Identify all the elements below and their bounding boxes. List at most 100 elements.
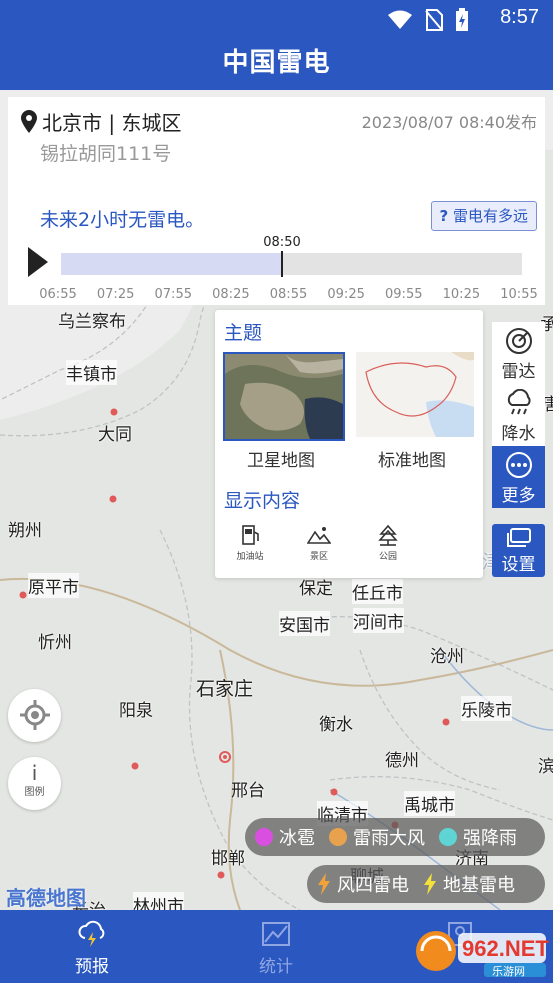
radar-icon — [505, 328, 532, 354]
city-label: 邢台 — [231, 781, 265, 801]
location-card: 北京市 | 东城区 2023/08/07 08:40发布 锡拉胡同111号 未来… — [8, 97, 545, 305]
radar-button[interactable]: 雷达 — [492, 322, 545, 384]
lightning-orange-icon — [318, 873, 330, 895]
tab-statistics[interactable]: 统计 — [206, 910, 346, 983]
legend-ground-lightning: 地基雷电 — [423, 871, 515, 897]
poi-fuel-option[interactable]: 加油站 — [230, 524, 270, 562]
poi-scenic-option[interactable]: 景区 — [299, 524, 339, 562]
lightning-distance-button[interactable]: ? 雷电有多远 — [430, 201, 537, 231]
map-provider-logo: 高德地图 — [6, 886, 86, 910]
more-button[interactable]: 更多 — [492, 446, 545, 508]
satellite-map-thumbnail — [225, 354, 343, 439]
timeline-tick-label: 07:55 — [154, 287, 192, 302]
poi-scenic-label: 景区 — [309, 552, 328, 562]
park-icon — [378, 524, 398, 546]
timeline-tick-label: 09:55 — [385, 287, 423, 302]
rain-label: 降水 — [501, 424, 536, 444]
city-label: 沧州 — [430, 647, 464, 667]
legend-hail-label: 冰雹 — [279, 828, 315, 849]
rain-button[interactable]: 降水 — [492, 384, 545, 446]
status-bar: 8:57 — [0, 0, 553, 36]
city-label: 忻州 — [38, 633, 72, 653]
app-title: 中国雷电 — [222, 48, 331, 78]
standard-map-option[interactable] — [356, 352, 478, 441]
timeline-progress — [61, 253, 282, 275]
lightning-legend: 风四雷电 地基雷电 — [307, 865, 545, 903]
forecast-text: 未来2小时无雷电。 — [40, 209, 205, 231]
city-label: 石家庄 — [196, 678, 254, 700]
watermark-brand: 962.NET — [462, 936, 549, 961]
city-label: 丰镇市 — [66, 360, 117, 385]
display-content-title: 显示内容 — [224, 490, 301, 512]
timeline-tick-label: 08:55 — [269, 287, 308, 302]
legend-button[interactable]: i 图例 — [8, 757, 61, 810]
timeline-handle[interactable] — [281, 251, 283, 277]
question-icon: ? — [439, 207, 449, 225]
app-bar: 中国雷电 — [0, 36, 553, 90]
crosshair-icon — [19, 700, 50, 730]
poi-park-option[interactable]: 公园 — [368, 524, 408, 562]
chart-image-icon — [262, 922, 290, 946]
legend-fy4-lightning-label: 风四雷电 — [337, 875, 409, 896]
city-label: 林州市 — [133, 892, 184, 910]
tab-forecast[interactable]: 预报 — [22, 910, 162, 983]
site-watermark: 962.NET 乐游网 — [414, 921, 549, 979]
timeline-tick-label: 08:25 — [212, 287, 250, 302]
lightning-distance-label: 雷电有多远 — [452, 207, 528, 225]
watermark-sub: 乐游网 — [492, 965, 525, 978]
scenic-icon — [307, 527, 331, 544]
location-name: 北京市 | 东城区 — [42, 111, 182, 135]
timeline-slider[interactable] — [61, 251, 522, 277]
timeline-tick-label: 06:55 — [39, 287, 77, 302]
city-label: 禹城市 — [404, 791, 455, 816]
lightning-yellow-icon — [424, 873, 436, 895]
more-dots-icon — [505, 452, 532, 478]
no-sim-icon — [425, 9, 443, 31]
city-label: 衡水 — [319, 715, 353, 735]
more-label: 更多 — [501, 486, 536, 506]
info-icon: i — [31, 761, 38, 785]
satellite-map-option[interactable] — [223, 352, 345, 441]
locate-button[interactable] — [8, 689, 61, 742]
standard-map-thumbnail — [356, 352, 474, 437]
watermark-logo: 962.NET 乐游网 — [416, 931, 549, 978]
weather-legend: 冰雹 雷雨大风 强降雨 — [245, 818, 545, 856]
poi-park-label: 公园 — [378, 552, 397, 562]
location-pin-icon — [21, 109, 37, 133]
play-icon[interactable] — [28, 247, 48, 277]
city-label: 大同 — [98, 425, 132, 445]
city-label: 朔州 — [8, 521, 42, 541]
address: 锡拉胡同111号 — [40, 143, 172, 165]
tab-statistics-label: 统计 — [259, 957, 293, 977]
settings-layers-icon — [506, 528, 531, 547]
layer-panel: 主题 卫星地图 标准地图 显示内容 加油站 景区 公园 — [215, 310, 483, 578]
thunderstorm-wind-dot — [329, 828, 347, 846]
wifi-icon — [388, 10, 412, 29]
hail-dot — [255, 828, 273, 846]
city-label: 邯郸 — [211, 849, 245, 869]
city-label: 安国市 — [279, 611, 330, 636]
poi-fuel-label: 加油站 — [236, 552, 264, 562]
legend-heavy-rain: 强降雨 — [439, 824, 517, 850]
legend-thunderstorm-wind: 雷雨大风 — [329, 824, 425, 850]
city-label: 德州 — [385, 751, 419, 771]
timeline-tick-label: 07:25 — [96, 287, 135, 302]
timeline-tick-label: 10:55 — [500, 287, 538, 302]
status-time: 8:57 — [500, 6, 539, 28]
publish-time: 2023/08/07 08:40发布 — [361, 113, 537, 132]
rain-cloud-icon — [507, 389, 531, 415]
city-label: 乌兰察布 — [58, 312, 126, 332]
city-label: 河间市 — [353, 608, 404, 633]
tab-forecast-label: 预报 — [75, 957, 109, 977]
timeline-tick-label: 10:25 — [442, 287, 481, 302]
heavy-rain-dot — [439, 828, 457, 846]
standard-map-label: 标准地图 — [378, 451, 446, 471]
fuel-icon — [242, 525, 259, 545]
radar-label: 雷达 — [501, 362, 536, 382]
settings-button[interactable]: 设置 — [492, 524, 545, 577]
legend-thunderstorm-wind-label: 雷雨大风 — [353, 828, 425, 849]
city-label: 滨 — [538, 757, 553, 777]
legend-heavy-rain-label: 强降雨 — [463, 828, 517, 849]
theme-title: 主题 — [224, 322, 263, 344]
status-icons — [387, 8, 469, 32]
